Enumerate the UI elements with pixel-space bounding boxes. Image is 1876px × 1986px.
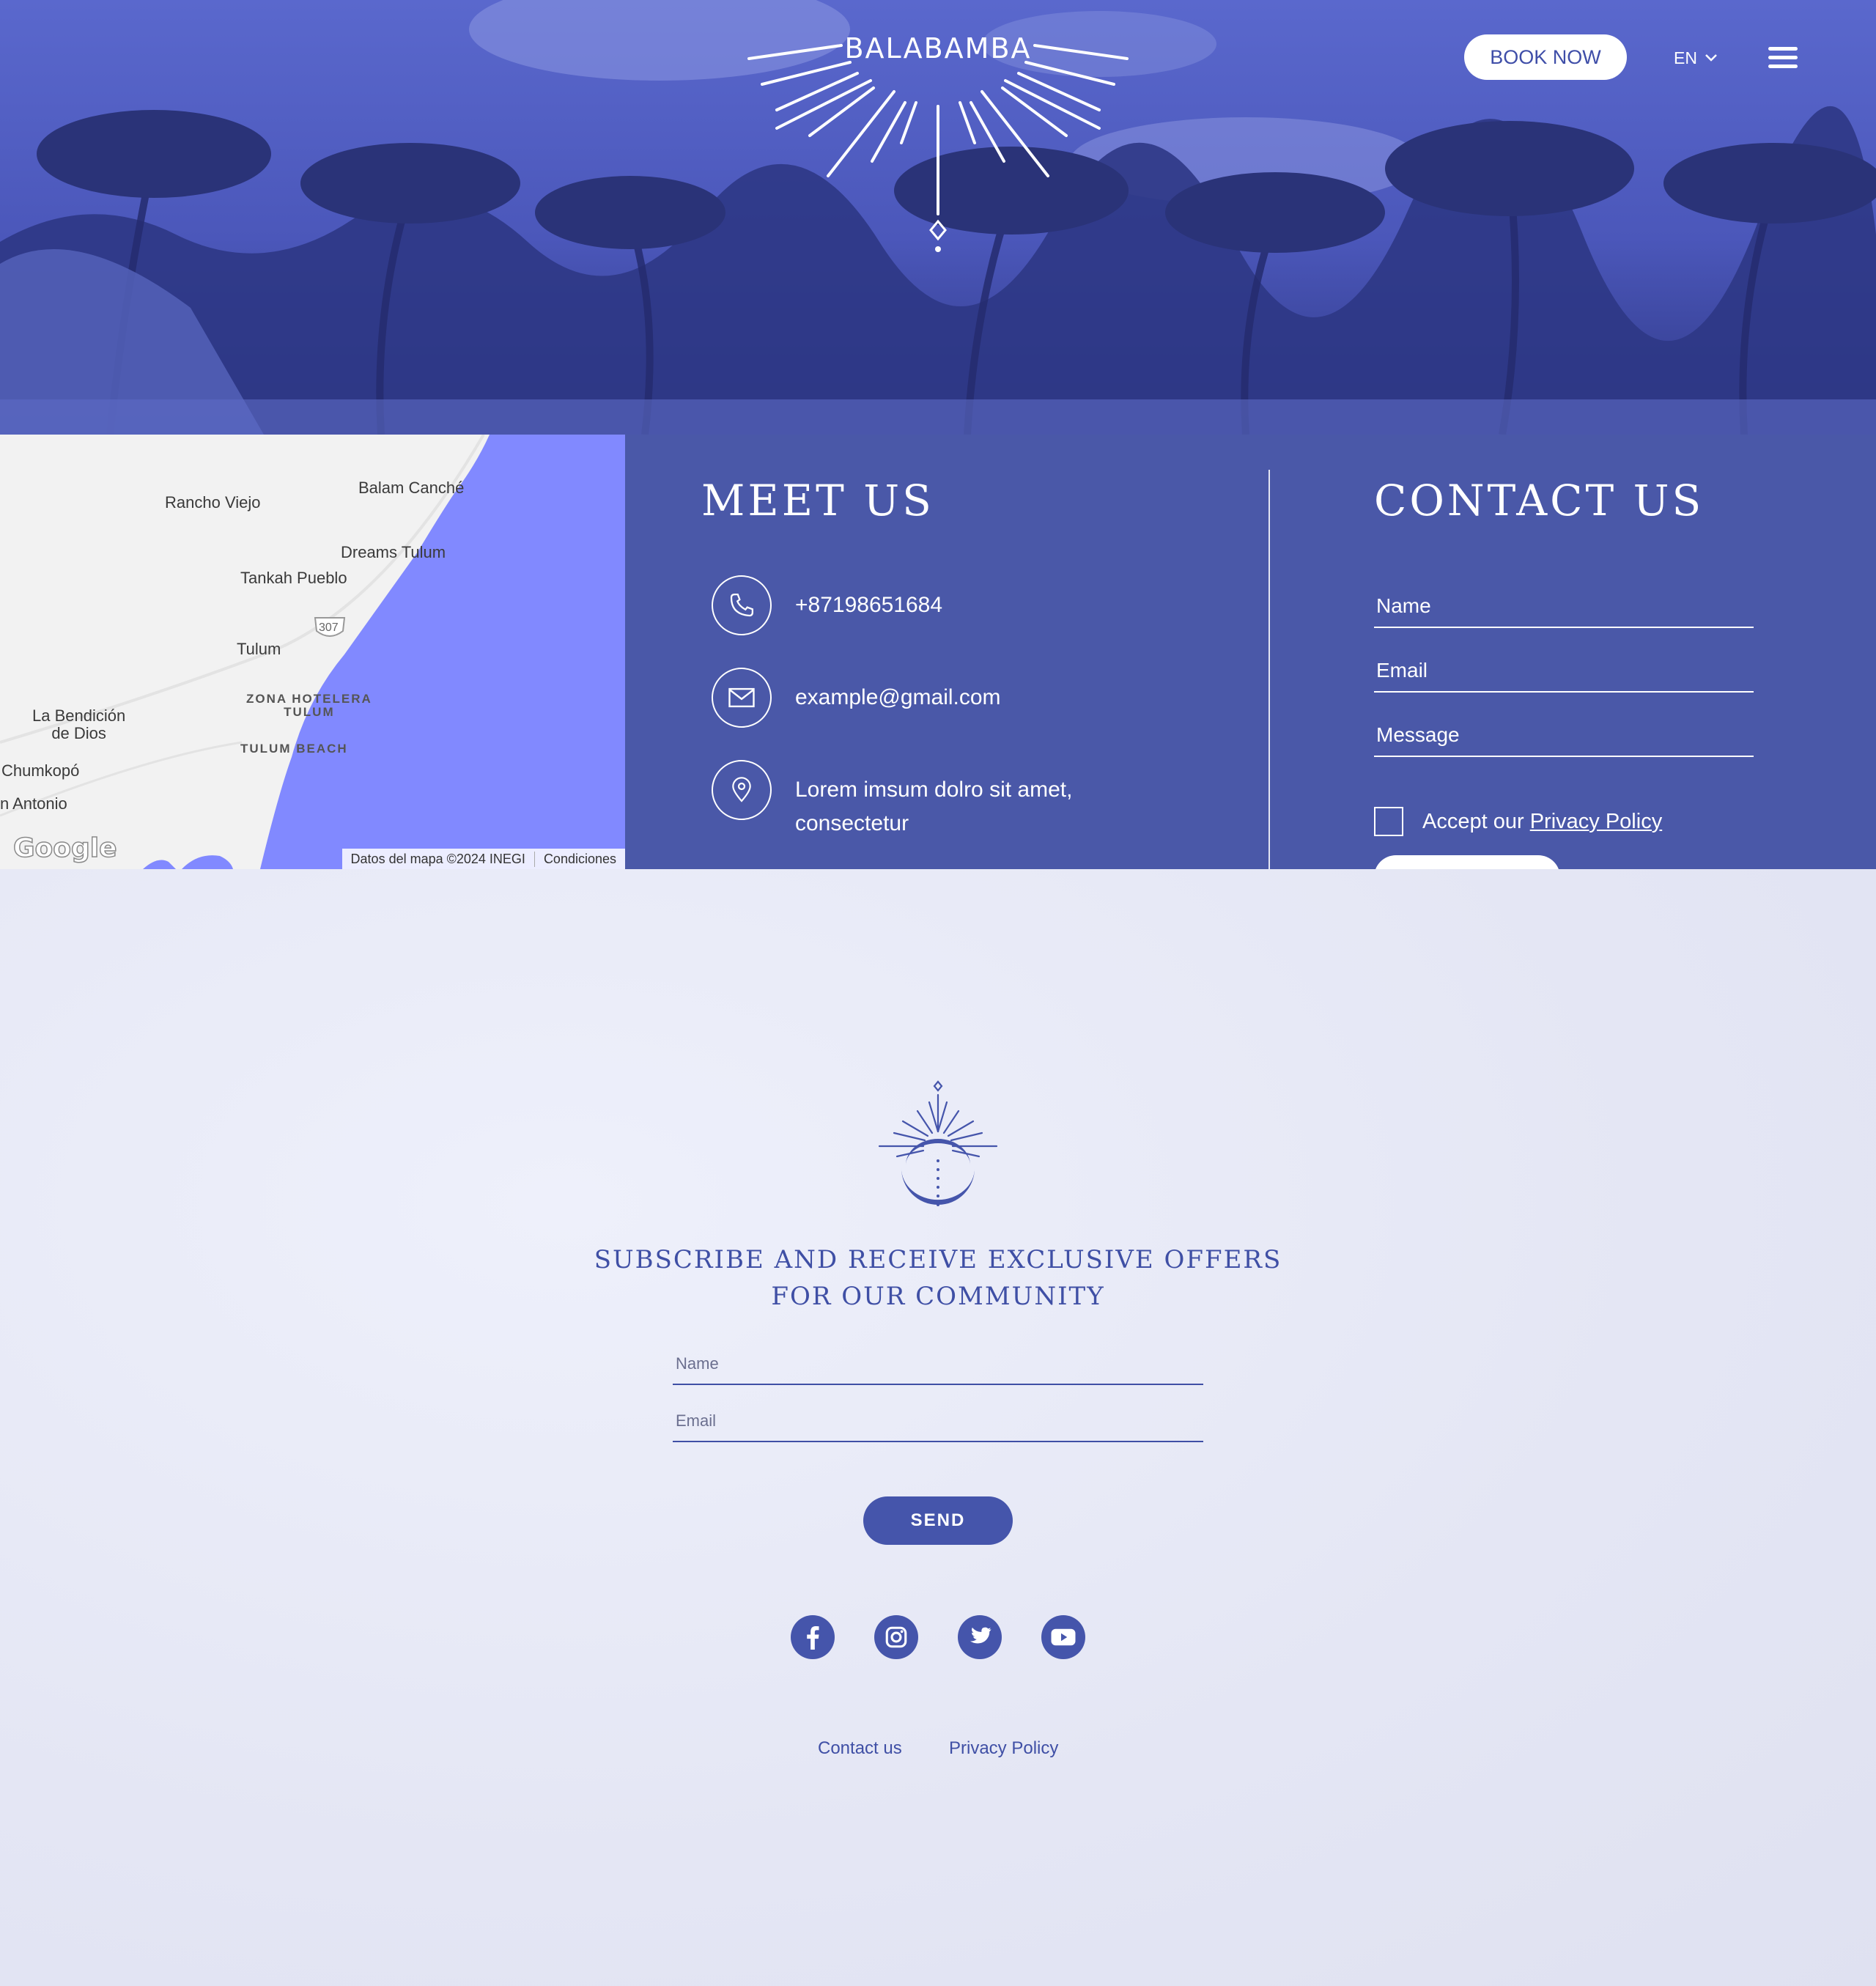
place-label: Tulum (237, 640, 281, 658)
place-label: Tankah Pueblo (240, 569, 347, 587)
phone-row[interactable]: +87198651684 (712, 575, 942, 635)
contact-us-title: CONTACT US (1374, 476, 1705, 525)
subscribe-email-field[interactable]: Email (673, 1411, 1203, 1442)
language-selector[interactable]: EN (1674, 45, 1718, 70)
map-canvas (0, 435, 625, 869)
send-button[interactable]: SEND (863, 1496, 1013, 1545)
footer-contact-link[interactable]: Contact us (818, 1738, 902, 1759)
address-row: Lorem imsum dolro sit amet, consectetur (712, 760, 1072, 841)
phone-number: +87198651684 (795, 593, 943, 617)
balabamba-logo[interactable]: BALABAMBA (740, 22, 1136, 264)
google-logo[interactable]: Google (12, 833, 117, 864)
meet-contact-panel: MEET US +87198651684 example@gmail.com L… (625, 435, 1876, 869)
email-address: example@gmail.com (795, 685, 1001, 709)
place-label: Dreams Tulum (341, 543, 446, 561)
contact-message-field[interactable]: Message (1374, 723, 1754, 757)
privacy-consent: Accept our Privacy Policy (1374, 807, 1662, 836)
place-label: La Bendición de Dios (32, 706, 126, 742)
place-label: TULUM BEACH (240, 742, 348, 756)
privacy-consent-text: Accept our Privacy Policy (1422, 809, 1663, 833)
book-now-button[interactable]: BOOK NOW (1464, 34, 1627, 80)
crescent-sunburst-emblem-icon (878, 1080, 998, 1206)
mail-icon (712, 668, 772, 728)
footer-privacy-link[interactable]: Privacy Policy (949, 1738, 1058, 1759)
contact-email-field[interactable]: Email (1374, 659, 1754, 693)
address-text: Lorem imsum dolro sit amet, consectetur (795, 778, 1073, 835)
subscribe-section: SUBSCRIBE AND RECEIVE EXCLUSIVE OFFERS F… (0, 869, 1876, 1986)
facebook-icon[interactable] (791, 1615, 835, 1659)
subscribe-title: SUBSCRIBE AND RECEIVE EXCLUSIVE OFFERS F… (594, 1245, 1282, 1311)
place-label: Chumkopó (1, 761, 80, 780)
place-label: Balam Canché (358, 479, 465, 497)
place-label: ZONA HOTELERA TULUM (246, 692, 372, 719)
map-terms-link[interactable]: Condiciones (533, 851, 625, 867)
youtube-icon[interactable] (1041, 1615, 1085, 1659)
twitter-icon[interactable] (958, 1615, 1002, 1659)
privacy-checkbox[interactable] (1374, 807, 1403, 836)
logo-text: BALABAMBA (844, 32, 1032, 64)
contact-submit-button[interactable] (1374, 855, 1560, 869)
subscribe-name-field[interactable]: Name (673, 1354, 1203, 1385)
email-row[interactable]: example@gmail.com (712, 668, 1001, 728)
panel-divider (1268, 470, 1270, 869)
language-label: EN (1674, 48, 1697, 67)
place-label: n Antonio (0, 794, 67, 813)
place-label: Rancho Viejo (165, 493, 261, 512)
contact-name-field[interactable]: Name (1374, 594, 1754, 628)
instagram-icon[interactable] (874, 1615, 918, 1659)
map-attribution: Datos del mapa ©2024 INEGI Condiciones (341, 849, 625, 869)
map-data-credit: Datos del mapa ©2024 INEGI (350, 851, 525, 866)
phone-icon (712, 575, 772, 635)
meet-us-title: MEET US (701, 476, 934, 525)
location-map[interactable]: Rancho Viejo Balam Canché Dreams Tulum T… (0, 435, 625, 869)
privacy-policy-link[interactable]: Privacy Policy (1530, 810, 1663, 833)
highway-shield-label: 307 (319, 621, 339, 634)
hero-banner: BALABAMBA BOOK NOW EN (0, 0, 1876, 435)
hamburger-menu-icon[interactable] (1768, 47, 1798, 70)
location-pin-icon (712, 760, 772, 820)
chevron-down-icon (1705, 54, 1717, 62)
